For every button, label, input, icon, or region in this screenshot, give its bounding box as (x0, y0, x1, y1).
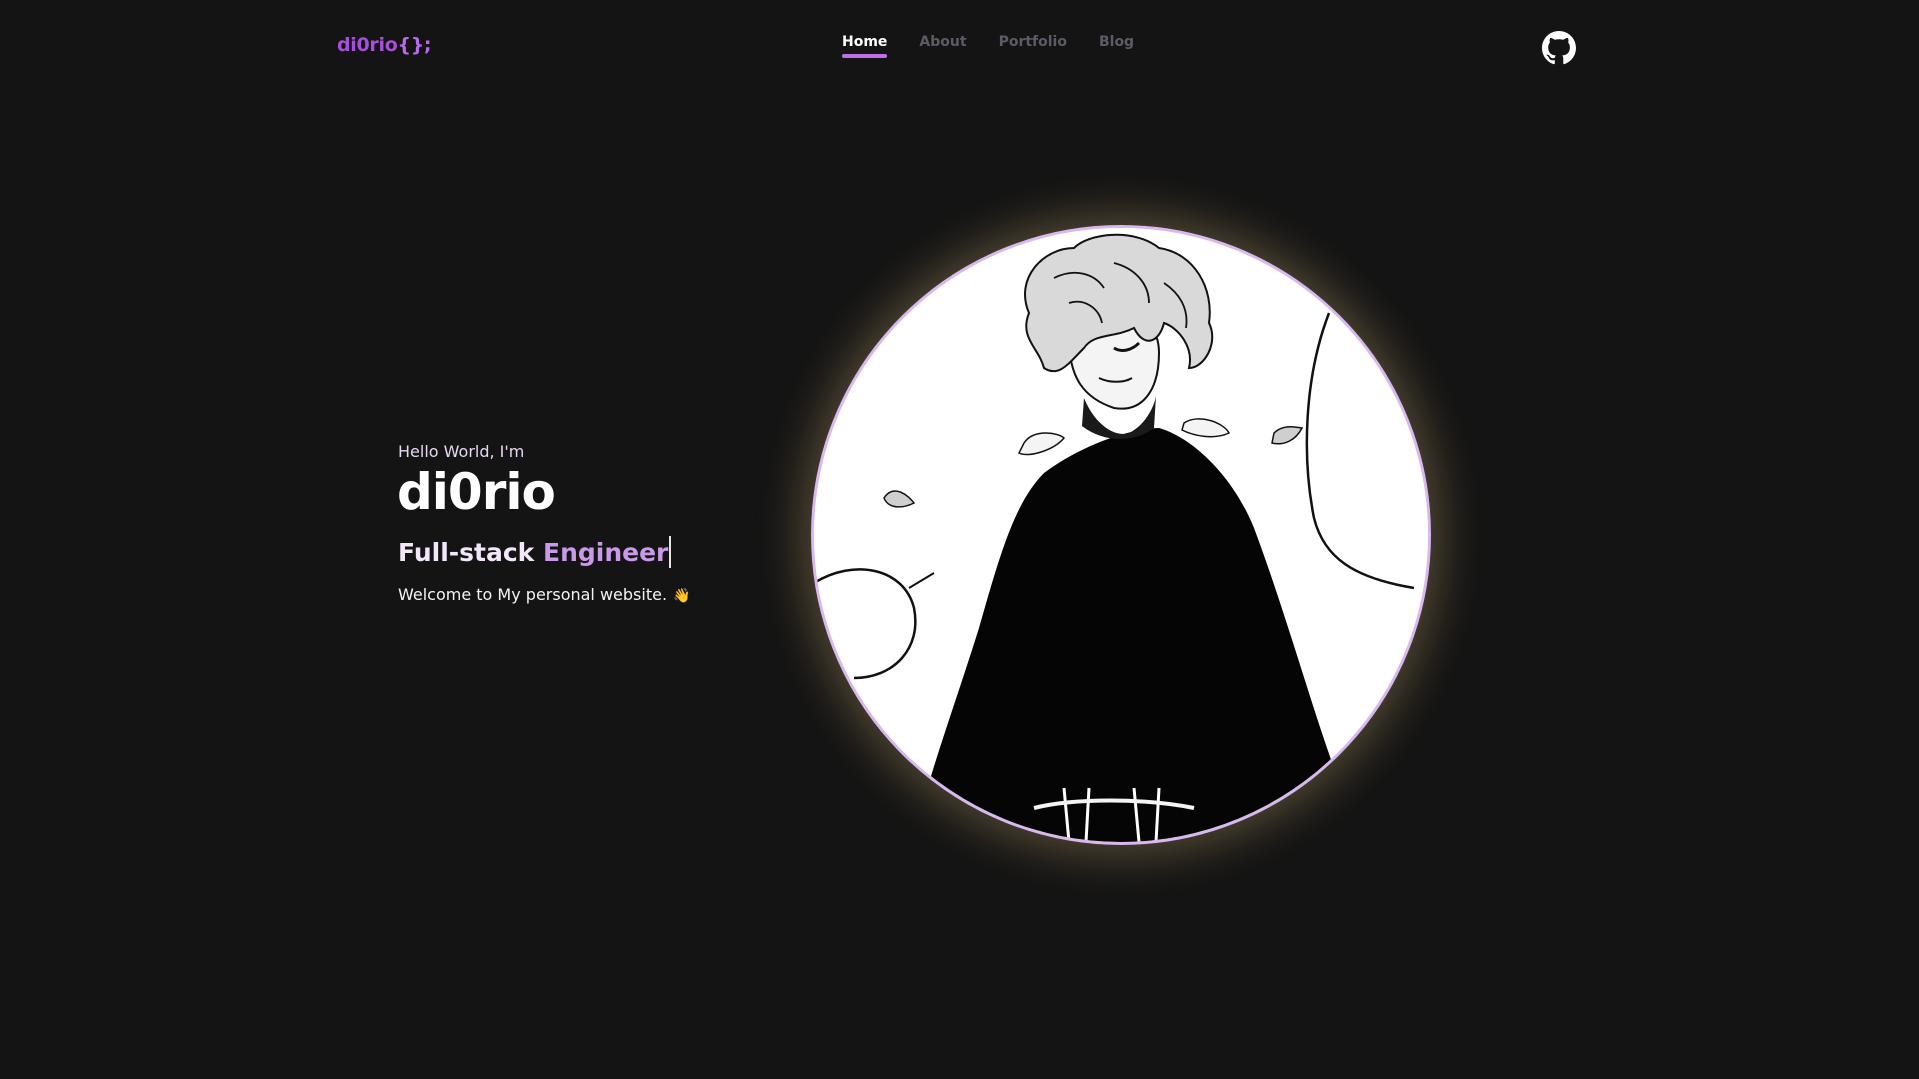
nav-about[interactable]: About (919, 34, 966, 58)
logo-braces: {}; (397, 34, 432, 56)
wave-icon: 👋 (673, 588, 691, 604)
hero-name: di0rio (397, 463, 556, 521)
role-prefix: Full-stack (398, 537, 543, 567)
typing-caret (669, 536, 672, 568)
avatar-glow (811, 225, 1431, 845)
role-accent: Engineer (543, 537, 669, 567)
avatar (811, 225, 1431, 845)
github-icon[interactable] (1542, 31, 1576, 65)
nav-portfolio[interactable]: Portfolio (999, 34, 1067, 58)
hero-role: Full-stack Engineer (398, 536, 672, 568)
main-nav: Home About Portfolio Blog (842, 34, 1134, 58)
site-logo[interactable]: di0rio{}; (337, 34, 432, 56)
avatar-illustration (814, 228, 1428, 842)
page: di0rio{}; Home About Portfolio Blog Hell… (0, 0, 1919, 1079)
hero-greeting: Hello World, I'm (398, 442, 525, 461)
welcome-text: Welcome to My personal website. (398, 585, 668, 604)
logo-name: di0rio (337, 34, 398, 56)
hero-welcome: Welcome to My personal website. 👋 (398, 585, 690, 604)
nav-home[interactable]: Home (842, 34, 888, 58)
nav-blog[interactable]: Blog (1099, 34, 1134, 58)
